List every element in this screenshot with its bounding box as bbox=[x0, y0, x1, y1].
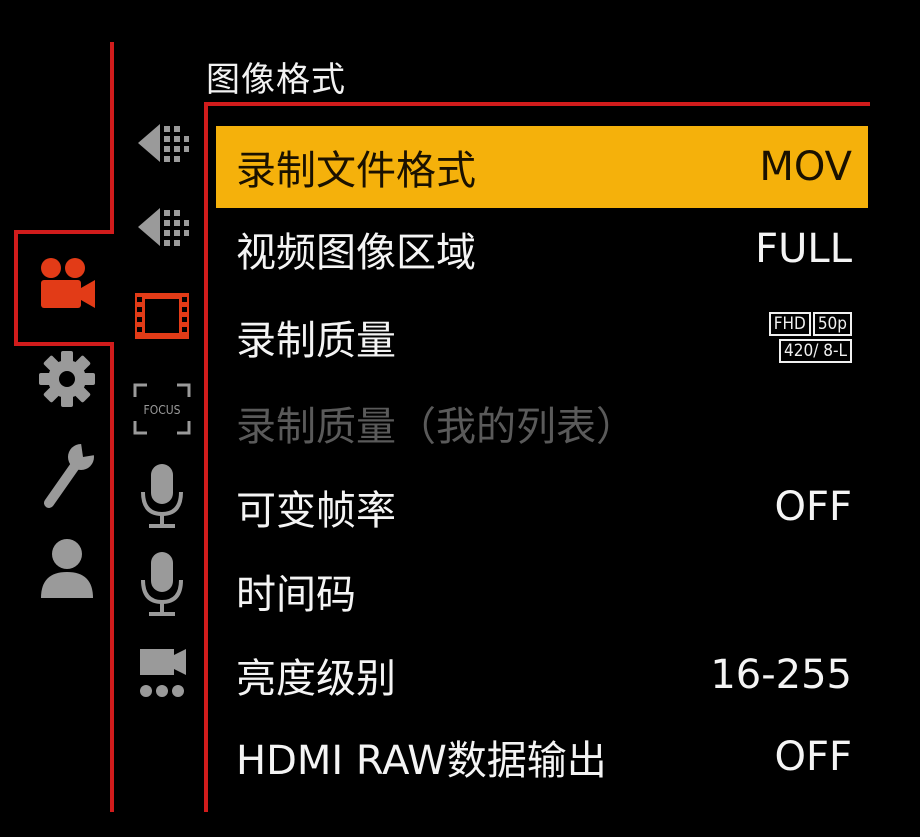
menu-item-label: 视频图像区域 bbox=[236, 230, 476, 276]
sub-tab-focus[interactable]: FOCUS bbox=[130, 378, 194, 440]
film-strip-icon bbox=[135, 293, 189, 339]
badge-bitdepth: 420/ 8-L bbox=[779, 338, 852, 363]
sub-tab-audio-1[interactable] bbox=[130, 460, 194, 532]
menu-item-label: 可变帧率 bbox=[236, 488, 396, 534]
photo-arrow-icon-2 bbox=[138, 208, 189, 246]
badge-framerate: 50p bbox=[812, 311, 852, 336]
tab-setup[interactable] bbox=[34, 438, 100, 514]
menu-item-label: HDMI RAW数据输出 bbox=[236, 738, 607, 784]
rec-quality-badge: FHD 50p 420/ 8-L bbox=[768, 311, 852, 363]
menu-item-rec-quality[interactable]: 录制质量 FHD 50p 420/ 8-L bbox=[216, 296, 868, 378]
photo-arrow-icon-1 bbox=[138, 124, 189, 162]
tab-mymenu[interactable] bbox=[34, 532, 100, 604]
menu-item-hdmi-raw-output[interactable]: HDMI RAW数据输出 OFF bbox=[216, 716, 868, 798]
focus-icon: FOCUS bbox=[133, 383, 191, 435]
microphone-icon-1 bbox=[141, 464, 183, 528]
menu-item-luminance-level[interactable]: 亮度级别 16-255 bbox=[216, 634, 868, 716]
menu-item-value: MOV bbox=[759, 144, 852, 190]
menu-item-variable-frame-rate[interactable]: 可变帧率 OFF bbox=[216, 466, 868, 548]
video-camera-icon bbox=[41, 258, 95, 308]
menu-item-value: 16-255 bbox=[710, 652, 852, 698]
menu-item-label: 录制质量（我的列表） bbox=[236, 404, 636, 450]
badge-resolution: FHD bbox=[768, 311, 811, 336]
menu-item-label: 时间码 bbox=[236, 572, 356, 618]
menu-item-rec-quality-mylist: 录制质量（我的列表） bbox=[216, 382, 868, 464]
gear-icon bbox=[39, 351, 95, 407]
menu-item-label: 录制文件格式 bbox=[236, 148, 476, 194]
tab-video[interactable] bbox=[34, 250, 100, 320]
menu-item-time-code[interactable]: 时间码 bbox=[216, 550, 868, 632]
menu-item-image-area[interactable]: 视频图像区域 FULL bbox=[216, 208, 868, 290]
sub-tab-photo-1[interactable] bbox=[130, 112, 194, 174]
tab-custom[interactable] bbox=[34, 344, 100, 414]
camera-dots-icon bbox=[140, 649, 186, 697]
wrench-icon bbox=[44, 443, 95, 508]
menu-item-value: OFF bbox=[774, 734, 853, 780]
page-title: 图像格式 bbox=[206, 60, 346, 100]
sub-tab-film[interactable] bbox=[130, 286, 194, 346]
sub-tab-audio-2[interactable] bbox=[130, 548, 194, 620]
menu-item-value: OFF bbox=[774, 484, 853, 530]
menu-item-value: FULL bbox=[755, 226, 852, 272]
menu-item-rec-file-format[interactable]: 录制文件格式 MOV bbox=[216, 126, 868, 208]
focus-icon-label: FOCUS bbox=[143, 403, 180, 417]
sub-tab-other[interactable] bbox=[130, 640, 194, 706]
microphone-icon-2 bbox=[141, 552, 183, 616]
menu-item-label: 录制质量 bbox=[236, 318, 396, 364]
person-icon bbox=[41, 539, 93, 598]
sub-tab-photo-2[interactable] bbox=[130, 196, 194, 258]
menu-item-label: 亮度级别 bbox=[236, 656, 396, 702]
